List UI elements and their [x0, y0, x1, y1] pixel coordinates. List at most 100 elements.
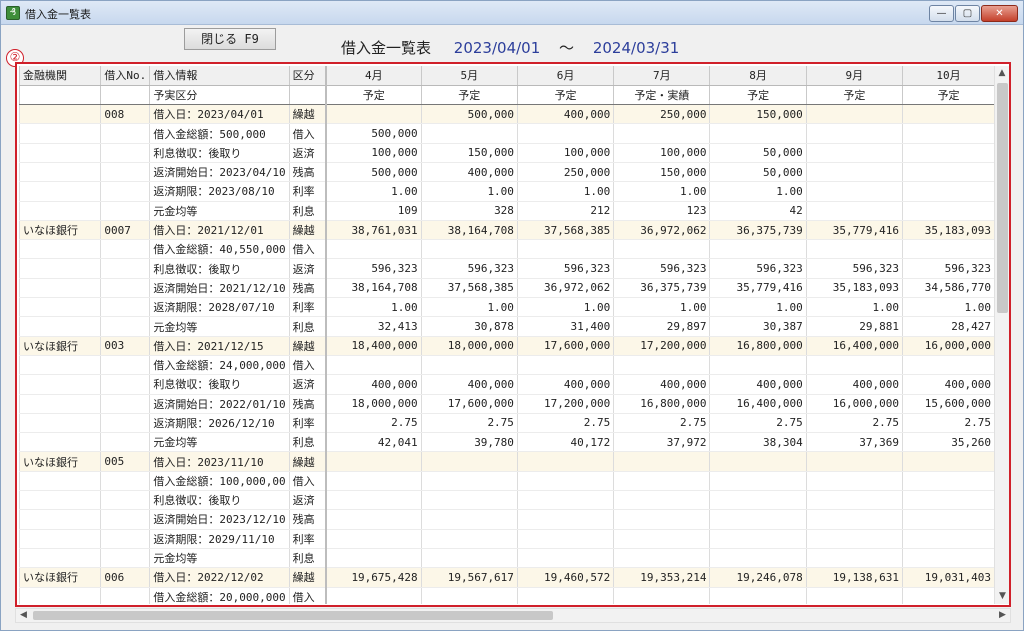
table-row[interactable]: 利息徴収：後取り 返済 400,000 400,000 400,000 400,000 40… — [19, 374, 994, 395]
scroll-right-icon[interactable]: ▶ — [995, 609, 1010, 622]
amount-cell — [709, 490, 807, 511]
amount-cell — [805, 529, 903, 549]
bank-cell — [19, 123, 101, 144]
table-row[interactable]: 借入金総額：500,000 借入 500,000 — [19, 123, 994, 144]
table-row[interactable]: 借入金総額：100,000,00 借入 — [19, 471, 994, 492]
table-row[interactable]: 借入金総額：20,000,000 借入 — [19, 587, 994, 604]
table-row[interactable]: 返済開始日：2022/01/10 残高 18,000,000 17,600,000 17… — [19, 394, 994, 414]
table-row[interactable]: 借入金総額：40,550,000 借入 — [19, 239, 994, 260]
table-row[interactable]: 返済開始日：2023/12/10 残高 — [19, 509, 994, 530]
header-month[interactable]: 4月 — [325, 66, 422, 86]
scroll-up-icon[interactable]: ▲ — [995, 66, 1009, 81]
loan-grid-frame: 金融機関 借入No. 借入情報 区分 4月 5月 6月 7月 8月 9月 10月 予実区分 予定 予定 予定… — [15, 62, 1011, 607]
loan-info-cell: 返済開始日：2023/04/10 — [149, 162, 290, 183]
table-row[interactable]: 返済期限：2023/08/10 利率 1.00 1.00 1.00 1.00 1.00 — [19, 181, 994, 202]
amount-cell: 35,183,093 — [805, 278, 903, 299]
plan-cell: 予定 — [902, 85, 994, 106]
table-row[interactable]: 008 借入日：2023/04/01 繰越 500,000 400,000 250,000… — [19, 104, 994, 125]
header-no[interactable]: 借入No. — [100, 66, 150, 86]
header-month[interactable]: 5月 — [420, 66, 518, 86]
table-row[interactable]: いなほ銀行 006 借入日：2022/12/02 繰越 19,675,428 19,567… — [19, 567, 994, 588]
close-f9-button[interactable]: 閉じる F9 — [184, 28, 276, 50]
loan-info-cell: 借入日：2022/12/02 — [149, 567, 290, 588]
kubun-cell: 利率 — [288, 297, 327, 318]
plan-cell: 予定 — [709, 85, 807, 106]
header-month[interactable]: 7月 — [613, 66, 710, 86]
header-month[interactable]: 6月 — [516, 66, 614, 86]
maximize-button[interactable]: ▢ — [955, 5, 980, 22]
amount-cell: 150,000 — [709, 104, 807, 125]
table-row[interactable]: 元金均等 利息 — [19, 548, 994, 569]
kubun-cell: 利息 — [288, 432, 327, 453]
amount-cell: 400,000 — [709, 374, 807, 395]
table-row[interactable]: 借入金総額：24,000,000 借入 — [19, 355, 994, 376]
header-info[interactable]: 借入情報 — [149, 66, 290, 86]
table-row[interactable]: 元金均等 利息 109 328 212 123 42 — [19, 201, 994, 221]
amount-cell: 38,164,708 — [325, 278, 422, 299]
table-row[interactable]: 元金均等 利息 42,041 39,780 40,172 37,972 38,304 37,3… — [19, 432, 994, 453]
table-row[interactable]: 利息徴収：後取り 返済 596,323 596,323 596,323 596,323 59… — [19, 258, 994, 279]
scroll-down-icon[interactable]: ▼ — [995, 589, 1009, 604]
table-row[interactable]: 利息徴収：後取り 返済 100,000 150,000 100,000 100,000 50… — [19, 143, 994, 163]
table-row[interactable]: 返済開始日：2021/12/10 残高 38,164,708 37,568,385 36… — [19, 278, 994, 299]
amount-cell: 100,000 — [325, 143, 422, 163]
amount-cell: 36,972,062 — [613, 220, 710, 241]
amount-cell: 16,000,000 — [902, 336, 994, 356]
table-row[interactable]: 返済期限：2028/07/10 利率 1.00 1.00 1.00 1.00 1.00 1.0… — [19, 297, 994, 318]
amount-cell: 400,000 — [613, 374, 710, 395]
loan-info-cell: 借入日：2023/04/01 — [149, 104, 290, 125]
amount-cell — [613, 587, 710, 604]
amount-cell: 37,369 — [805, 432, 903, 453]
table-row[interactable]: いなほ銀行 0007 借入日：2021/12/01 繰越 38,761,031 38,16… — [19, 220, 994, 241]
horizontal-scroll-thumb[interactable] — [33, 611, 553, 620]
amount-cell — [516, 587, 614, 604]
kubun-cell: 借入 — [288, 239, 327, 260]
minimize-button[interactable]: — — [929, 5, 954, 22]
header-month[interactable]: 9月 — [805, 66, 903, 86]
amount-cell — [325, 490, 422, 511]
plan-header-blank — [100, 85, 150, 106]
vertical-scrollbar[interactable]: ▲ ▼ — [994, 66, 1009, 604]
amount-cell — [325, 451, 422, 472]
close-window-button[interactable]: ✕ — [981, 5, 1018, 22]
plan-cell: 予定・実績 — [613, 85, 710, 106]
loan-info-cell: 返済期限：2026/12/10 — [149, 413, 290, 434]
vertical-scroll-thumb[interactable] — [997, 83, 1008, 313]
table-row[interactable]: 返済期限：2026/12/10 利率 2.75 2.75 2.75 2.75 2.75 2.7… — [19, 413, 994, 434]
amount-cell: 1.00 — [709, 297, 807, 318]
scroll-left-icon[interactable]: ◀ — [16, 609, 31, 622]
amount-cell — [516, 355, 614, 376]
header-month[interactable]: 8月 — [709, 66, 807, 86]
table-row[interactable]: 利息徴収：後取り 返済 — [19, 490, 994, 511]
amount-cell: 19,567,617 — [420, 567, 518, 588]
table-row[interactable]: いなほ銀行 005 借入日：2023/11/10 繰越 — [19, 451, 994, 472]
amount-cell: 328 — [420, 201, 518, 221]
amount-cell: 50,000 — [709, 143, 807, 163]
amount-cell: 100,000 — [516, 143, 614, 163]
header-kubun[interactable]: 区分 — [288, 66, 327, 86]
horizontal-scrollbar[interactable]: ◀ ▶ — [15, 608, 1011, 623]
table-row[interactable]: 返済開始日：2023/04/10 残高 500,000 400,000 250,000 1… — [19, 162, 994, 183]
amount-cell — [420, 548, 518, 569]
amount-cell — [902, 143, 994, 163]
amount-cell: 400,000 — [420, 162, 518, 183]
bank-cell — [19, 529, 101, 549]
amount-cell — [613, 355, 710, 376]
table-row[interactable]: いなほ銀行 003 借入日：2021/12/15 繰越 18,400,000 18,000… — [19, 336, 994, 356]
loan-info-cell: 元金均等 — [149, 548, 290, 569]
plan-header-label: 予実区分 — [149, 85, 290, 106]
loan-no-cell — [100, 413, 150, 434]
amount-cell: 1.00 — [325, 297, 422, 318]
amount-cell: 38,304 — [709, 432, 807, 453]
amount-cell: 1.00 — [325, 181, 422, 202]
loan-info-cell: 元金均等 — [149, 316, 290, 337]
amount-cell — [902, 548, 994, 569]
amount-cell: 35,779,416 — [709, 278, 807, 299]
table-row[interactable]: 元金均等 利息 32,413 30,878 31,400 29,897 30,387 29,8… — [19, 316, 994, 337]
window-title: 借入金一覧表 — [25, 8, 91, 21]
header-month[interactable]: 10月 — [902, 66, 994, 86]
bank-cell: いなほ銀行 — [19, 220, 101, 241]
header-bank[interactable]: 金融機関 — [19, 66, 101, 86]
table-row[interactable]: 返済期限：2029/11/10 利率 — [19, 529, 994, 549]
amount-cell: 2.75 — [613, 413, 710, 434]
